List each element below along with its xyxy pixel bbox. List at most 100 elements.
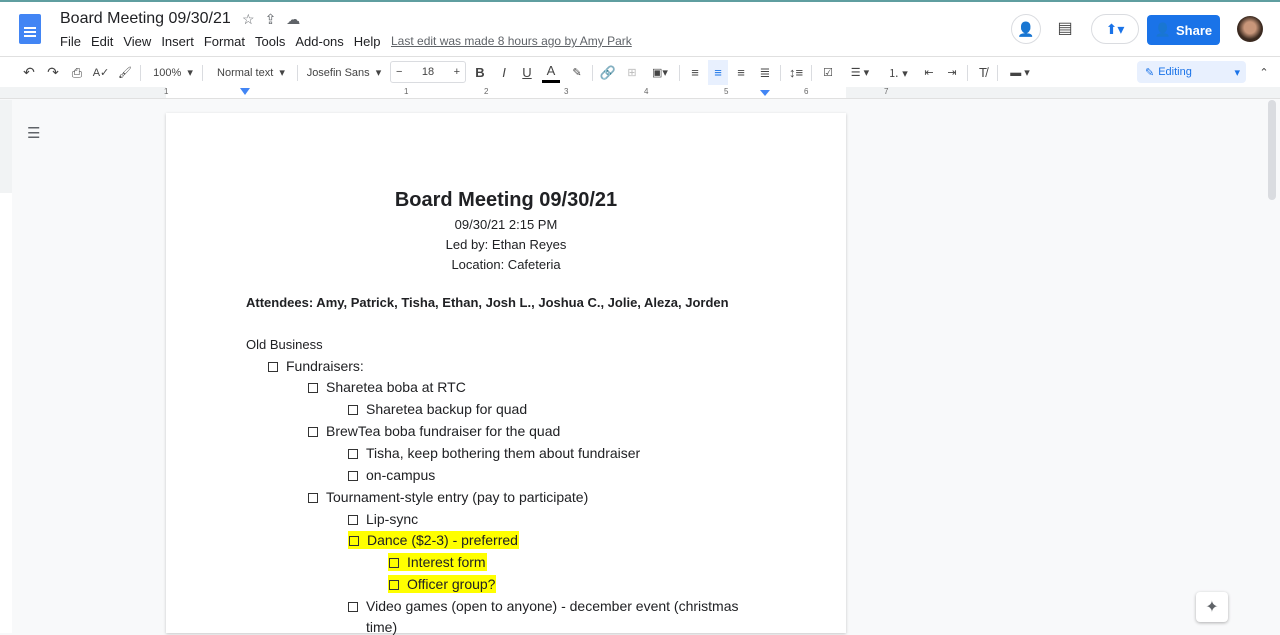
input-tools-icon[interactable]: ▬ ▾ <box>1004 57 1036 88</box>
spellcheck-icon[interactable]: A✓ <box>92 57 110 88</box>
checklist-item-text: Sharetea backup for quad <box>366 401 528 417</box>
checklist-item[interactable]: Sharetea boba at RTC <box>308 379 466 395</box>
doc-datetime: 09/30/21 2:15 PM <box>454 217 558 232</box>
bold-icon[interactable]: B <box>472 57 488 88</box>
justify-icon[interactable]: ≣ <box>756 57 774 88</box>
checklist-item[interactable]: BrewTea boba fundraiser for the quad <box>308 423 560 439</box>
right-indent-marker[interactable] <box>760 90 770 96</box>
horizontal-ruler[interactable]: 1 1 2 3 4 5 6 7 <box>0 87 1280 99</box>
meet-presence-icon[interactable]: 👤 <box>1011 14 1041 44</box>
font-size-stepper[interactable]: − 18 + <box>390 61 466 83</box>
ruler-mark: 3 <box>564 87 569 96</box>
undo-icon[interactable]: ↶ <box>20 57 38 88</box>
chevron-down-icon: ▾ <box>1234 66 1240 79</box>
cloud-saved-icon[interactable]: ☁ <box>286 11 310 27</box>
numbered-list-icon[interactable]: ⒈ ▾ <box>882 57 914 88</box>
ruler-mark: 7 <box>884 87 889 96</box>
checklist-icon[interactable]: ☑ <box>819 57 837 88</box>
checkbox[interactable] <box>348 471 358 481</box>
checklist-item-text: Interest form <box>407 554 486 570</box>
document-outline-icon[interactable]: ☰ <box>27 124 40 142</box>
move-to-drive-icon[interactable]: ⇪ <box>265 11 287 27</box>
clear-formatting-icon[interactable]: T̸ <box>974 57 992 88</box>
checklist-item[interactable]: Tournament-style entry (pay to participa… <box>308 489 588 505</box>
checkbox[interactable] <box>389 558 399 568</box>
insert-image-icon[interactable]: ▣▾ <box>646 57 674 88</box>
decrease-indent-icon[interactable]: ⇤ <box>920 57 938 88</box>
checkbox[interactable] <box>348 602 358 612</box>
menu-add-ons[interactable]: Add-ons <box>295 34 343 49</box>
checkbox[interactable] <box>348 449 358 459</box>
add-comment-icon[interactable]: ⊞ <box>623 57 641 88</box>
line-spacing-icon[interactable]: ↕≡ <box>787 57 805 88</box>
vertical-ruler[interactable] <box>0 100 12 633</box>
decrease-font-icon[interactable]: − <box>396 66 402 78</box>
checklist-item-text: Officer group? <box>407 576 496 592</box>
menu-file[interactable]: File <box>60 34 81 49</box>
italic-icon[interactable]: I <box>496 57 512 88</box>
doc-section-heading: Old Business <box>246 337 323 352</box>
checkbox[interactable] <box>348 405 358 415</box>
style-select[interactable]: Normal text ▾ <box>212 57 290 88</box>
checkbox[interactable] <box>308 383 318 393</box>
present-button[interactable]: ⬆▾ <box>1091 14 1139 44</box>
checklist-item[interactable]: Lip-sync <box>348 511 418 527</box>
menu-tools[interactable]: Tools <box>255 34 285 49</box>
menu-view[interactable]: View <box>123 34 151 49</box>
explore-button[interactable]: ✦ <box>1196 592 1228 622</box>
underline-icon[interactable]: U <box>519 57 535 88</box>
checklist-item-text: on-campus <box>366 467 436 483</box>
checkbox[interactable] <box>389 580 399 590</box>
print-icon[interactable]: ⎙ <box>68 57 86 88</box>
checklist-item-text: time) <box>366 619 398 635</box>
pencil-icon: ✎ <box>1145 66 1155 79</box>
checkbox[interactable] <box>308 493 318 503</box>
menu-help[interactable]: Help <box>354 34 381 49</box>
zoom-select[interactable]: 100% ▾ <box>150 57 196 88</box>
checklist-item[interactable]: Dance ($2-3) - preferred <box>348 531 519 549</box>
document-title[interactable]: Board Meeting 09/30/21 <box>60 10 231 28</box>
paint-format-icon[interactable]: 🖌 <box>116 57 134 88</box>
text-color-icon[interactable]: A <box>542 61 560 83</box>
checklist-item[interactable]: Fundraisers: <box>268 358 364 374</box>
align-left-icon[interactable]: ≡ <box>686 57 704 88</box>
checklist-item[interactable]: Sharetea backup for quad <box>348 401 527 417</box>
share-label: Share <box>1176 22 1213 38</box>
collapse-menus-icon[interactable]: ⌃ <box>1256 57 1272 88</box>
checkbox[interactable] <box>348 515 358 525</box>
left-indent-marker[interactable] <box>240 88 250 95</box>
checklist-item[interactable]: Officer group? <box>388 575 497 593</box>
checkbox[interactable] <box>268 362 278 372</box>
last-edit-link[interactable]: Last edit was made 8 hours ago by Amy Pa… <box>391 34 632 48</box>
bulleted-list-icon[interactable]: ☰ ▾ <box>844 57 876 88</box>
checklist-item[interactable]: Interest form <box>388 553 487 571</box>
vertical-scrollbar[interactable] <box>1268 100 1276 200</box>
avatar[interactable] <box>1237 16 1263 42</box>
increase-indent-icon[interactable]: ⇥ <box>943 57 961 88</box>
menu-insert[interactable]: Insert <box>161 34 194 49</box>
checklist-item[interactable]: on-campus <box>348 467 435 483</box>
font-select[interactable]: Josefin Sans ▾ <box>306 57 382 88</box>
editing-mode-select[interactable]: ✎ Editing ▾ <box>1137 61 1246 83</box>
checklist-item[interactable]: time) <box>366 619 397 635</box>
share-button[interactable]: 👤 Share <box>1147 15 1220 45</box>
checklist-item[interactable]: Tisha, keep bothering them about fundrai… <box>348 445 640 461</box>
menu-edit[interactable]: Edit <box>91 34 113 49</box>
highlight-icon[interactable]: ✎ <box>568 57 586 88</box>
menu-format[interactable]: Format <box>204 34 245 49</box>
increase-font-icon[interactable]: + <box>454 66 460 78</box>
document-page[interactable]: Board Meeting 09/30/21 09/30/21 2:15 PM … <box>166 113 846 635</box>
font-size-input[interactable]: 18 <box>422 66 434 78</box>
star-icon[interactable]: ☆ <box>242 11 265 27</box>
checklist-item[interactable]: Video games (open to anyone) - december … <box>348 598 739 614</box>
redo-icon[interactable]: ↷ <box>44 57 62 88</box>
link-icon[interactable]: 🔗 <box>599 57 617 88</box>
comment-history-icon[interactable]: ▤ <box>1054 16 1076 40</box>
checkbox[interactable] <box>308 427 318 437</box>
ruler-mark: 5 <box>724 87 729 96</box>
align-right-icon[interactable]: ≡ <box>732 57 750 88</box>
align-center-icon[interactable]: ≡ <box>708 60 728 85</box>
docs-logo-icon[interactable] <box>19 14 41 44</box>
doc-attendees: Attendees: Amy, Patrick, Tisha, Ethan, J… <box>246 295 729 310</box>
checkbox[interactable] <box>349 536 359 546</box>
